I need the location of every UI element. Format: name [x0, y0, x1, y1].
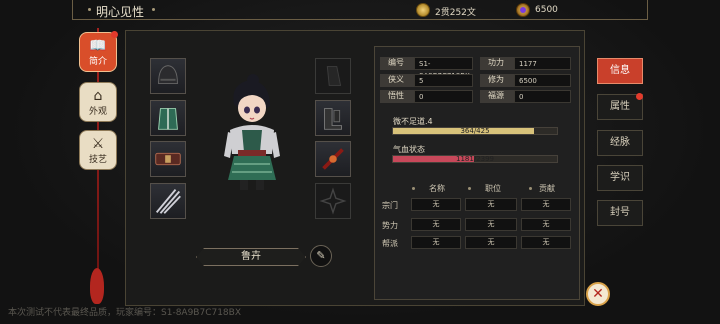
table-cell: 无: [411, 236, 461, 249]
header-dot: [468, 187, 471, 190]
value-fuyuan: 0: [514, 90, 571, 103]
left-nav-appearance[interactable]: ⌂ 外观: [79, 82, 117, 122]
value-bianhao: S1-8A9B7C718BX: [414, 57, 473, 80]
label-xiuwei: 修为: [480, 74, 514, 87]
character-name-bar[interactable]: 鲁卉: [196, 248, 306, 266]
table-cell: 无: [465, 236, 517, 249]
value-xiayi: 5: [414, 74, 473, 87]
row-label-gang: 帮派: [382, 239, 398, 248]
tab-titles[interactable]: 封号: [597, 200, 643, 226]
table-cell: 无: [521, 236, 571, 249]
notification-badge: [111, 31, 118, 38]
helmet-icon: [158, 65, 178, 85]
tab-info[interactable]: 信息: [597, 58, 643, 84]
table-cell: 无: [465, 218, 517, 231]
table-header-name: 名称: [429, 184, 445, 193]
label-gongli: 功力: [480, 57, 514, 70]
character-portrait: [224, 74, 280, 190]
book-icon: 📖: [89, 37, 107, 54]
ingot-amount: 6500: [535, 5, 558, 15]
label-wuxing: 悟性: [380, 90, 414, 103]
page-title: 明心见性: [96, 5, 145, 19]
left-nav-skills[interactable]: ⚔ 技艺: [79, 130, 117, 170]
top-bar-edge-left: [72, 0, 73, 20]
equip-slot-accessory[interactable]: [315, 141, 351, 177]
hp-status-label: 气血状态: [393, 145, 425, 154]
equip-slot-hidden-weapon-empty[interactable]: [315, 183, 351, 219]
sword-icon: ⚔: [91, 135, 105, 152]
hp-text: 1181/2399: [456, 155, 494, 163]
title-dot-left: [88, 8, 91, 11]
boots-icon: [324, 108, 342, 130]
equip-slot-armor[interactable]: [150, 100, 186, 136]
equip-slot-boots[interactable]: [315, 100, 351, 136]
hp-bar: 1181/2399: [392, 155, 558, 163]
row-label-faction: 势力: [382, 221, 398, 230]
ingot-coin-icon: [516, 3, 530, 17]
tab-knowledge[interactable]: 学识: [597, 165, 643, 191]
header-dot: [412, 187, 415, 190]
claw-weapon-icon: [155, 189, 181, 214]
wardrobe-icon: ⌂: [93, 87, 103, 104]
top-bar: [72, 0, 648, 20]
value-gongli: 1177: [514, 57, 571, 70]
label-bianhao: 编号: [380, 57, 414, 70]
equip-slot-claws[interactable]: [150, 183, 186, 219]
table-header-contribution: 贡献: [539, 184, 555, 193]
close-button[interactable]: ✕: [586, 282, 610, 306]
row-label-sect: 宗门: [382, 201, 398, 210]
dao-progress-bar: 364/425: [392, 127, 558, 135]
copper-coin-icon: [416, 3, 430, 17]
equip-slot-gauntlet-empty[interactable]: [315, 58, 351, 94]
gauntlet-placeholder-icon: [326, 66, 342, 86]
table-cell: 无: [465, 198, 517, 211]
tassel-ornament: [90, 268, 104, 304]
top-bar-edge-right: [647, 0, 648, 20]
value-xiuwei: 6500: [514, 74, 571, 87]
copper-amount: 2贯252文: [435, 8, 476, 18]
dao-progress-text: 364/425: [460, 127, 490, 135]
table-cell: 无: [411, 198, 461, 211]
left-nav-skills-label: 技艺: [88, 154, 107, 165]
left-nav-appearance-label: 外观: [88, 106, 107, 117]
equip-slot-belt[interactable]: [150, 141, 186, 177]
title-dot-right: [152, 8, 155, 11]
value-wuxing: 0: [414, 90, 473, 103]
footer-notice: 本次测试不代表最终品质，玩家编号：S1-8A9B7C718BX: [8, 308, 241, 318]
attributes-notification-badge: [636, 93, 643, 100]
dao-level-label: 微不足道.4: [393, 117, 433, 126]
table-cell: 无: [521, 198, 571, 211]
armor-icon: [158, 108, 178, 130]
table-cell: 无: [521, 218, 571, 231]
left-nav-intro-label: 简介: [88, 56, 107, 67]
table-cell: 无: [411, 218, 461, 231]
beaded-accessory-icon: [322, 148, 344, 170]
left-nav-intro[interactable]: 📖 简介: [79, 31, 118, 72]
equip-slot-helmet[interactable]: [150, 58, 186, 94]
belt-icon: [155, 152, 181, 166]
shuriken-placeholder-icon: [319, 187, 347, 215]
tab-meridians[interactable]: 经脉: [597, 130, 643, 156]
rename-brush-icon[interactable]: ✎: [310, 245, 332, 267]
label-xiayi: 侠义: [380, 74, 414, 87]
table-header-position: 职位: [485, 184, 501, 193]
label-fuyuan: 福源: [480, 90, 514, 103]
